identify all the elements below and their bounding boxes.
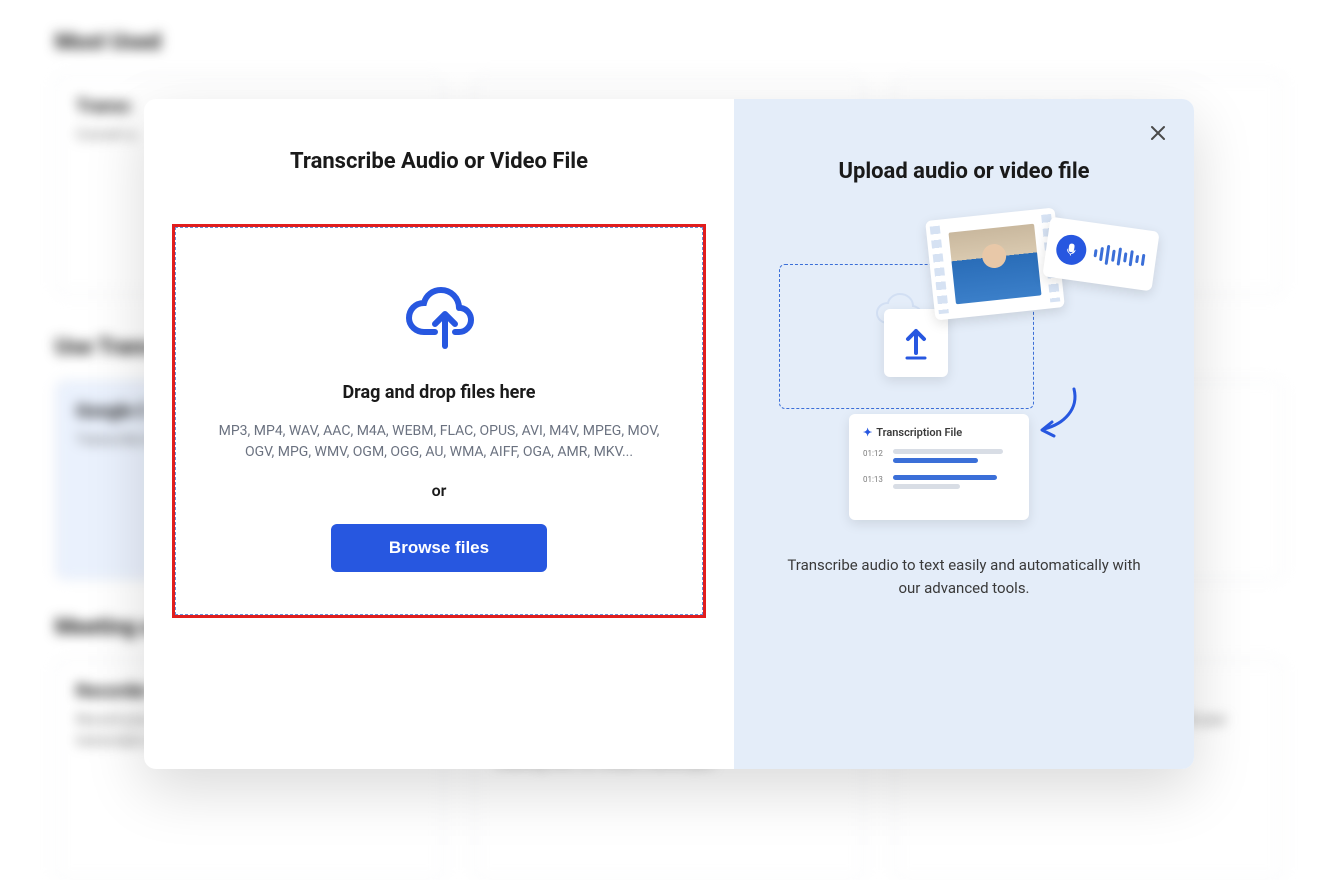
- cloud-upload-icon: [399, 278, 479, 350]
- transcript-card-title: ✦ Transcription File: [863, 426, 1015, 439]
- illustration-transcript-card: ✦ Transcription File 01:12 01:13: [849, 414, 1029, 520]
- upload-arrow-icon: [902, 325, 930, 361]
- browse-files-button[interactable]: Browse files: [331, 524, 547, 572]
- upload-illustration: ✦ Transcription File 01:12 01:13: [774, 224, 1154, 534]
- right-panel-description: Transcribe audio to text easily and auto…: [779, 554, 1149, 599]
- curved-arrow-icon: [1034, 384, 1084, 444]
- modal-left-panel: Transcribe Audio or Video File Drag and …: [144, 99, 734, 769]
- transcribe-upload-modal: Transcribe Audio or Video File Drag and …: [144, 99, 1194, 769]
- transcript-row: 01:13: [863, 475, 1015, 493]
- transcript-row: 01:12: [863, 449, 1015, 467]
- video-thumbnail: [948, 224, 1041, 305]
- close-button[interactable]: [1146, 121, 1170, 145]
- file-dropzone[interactable]: Drag and drop files here MP3, MP4, WAV, …: [175, 227, 703, 615]
- modal-right-panel: Upload audio or video file: [734, 99, 1194, 769]
- dropzone-heading: Drag and drop files here: [342, 382, 535, 403]
- supported-formats: MP3, MP4, WAV, AAC, M4A, WEBM, FLAC, OPU…: [209, 421, 669, 463]
- right-panel-title: Upload audio or video file: [838, 159, 1089, 184]
- modal-title: Transcribe Audio or Video File: [172, 149, 706, 174]
- close-icon: [1150, 125, 1166, 141]
- audio-waveform-icon: [1093, 243, 1146, 270]
- microphone-icon: [1054, 233, 1088, 267]
- dropzone-or-label: or: [432, 481, 447, 500]
- modal-overlay: Transcribe Audio or Video File Drag and …: [0, 0, 1338, 868]
- dropzone-highlight: Drag and drop files here MP3, MP4, WAV, …: [172, 224, 706, 618]
